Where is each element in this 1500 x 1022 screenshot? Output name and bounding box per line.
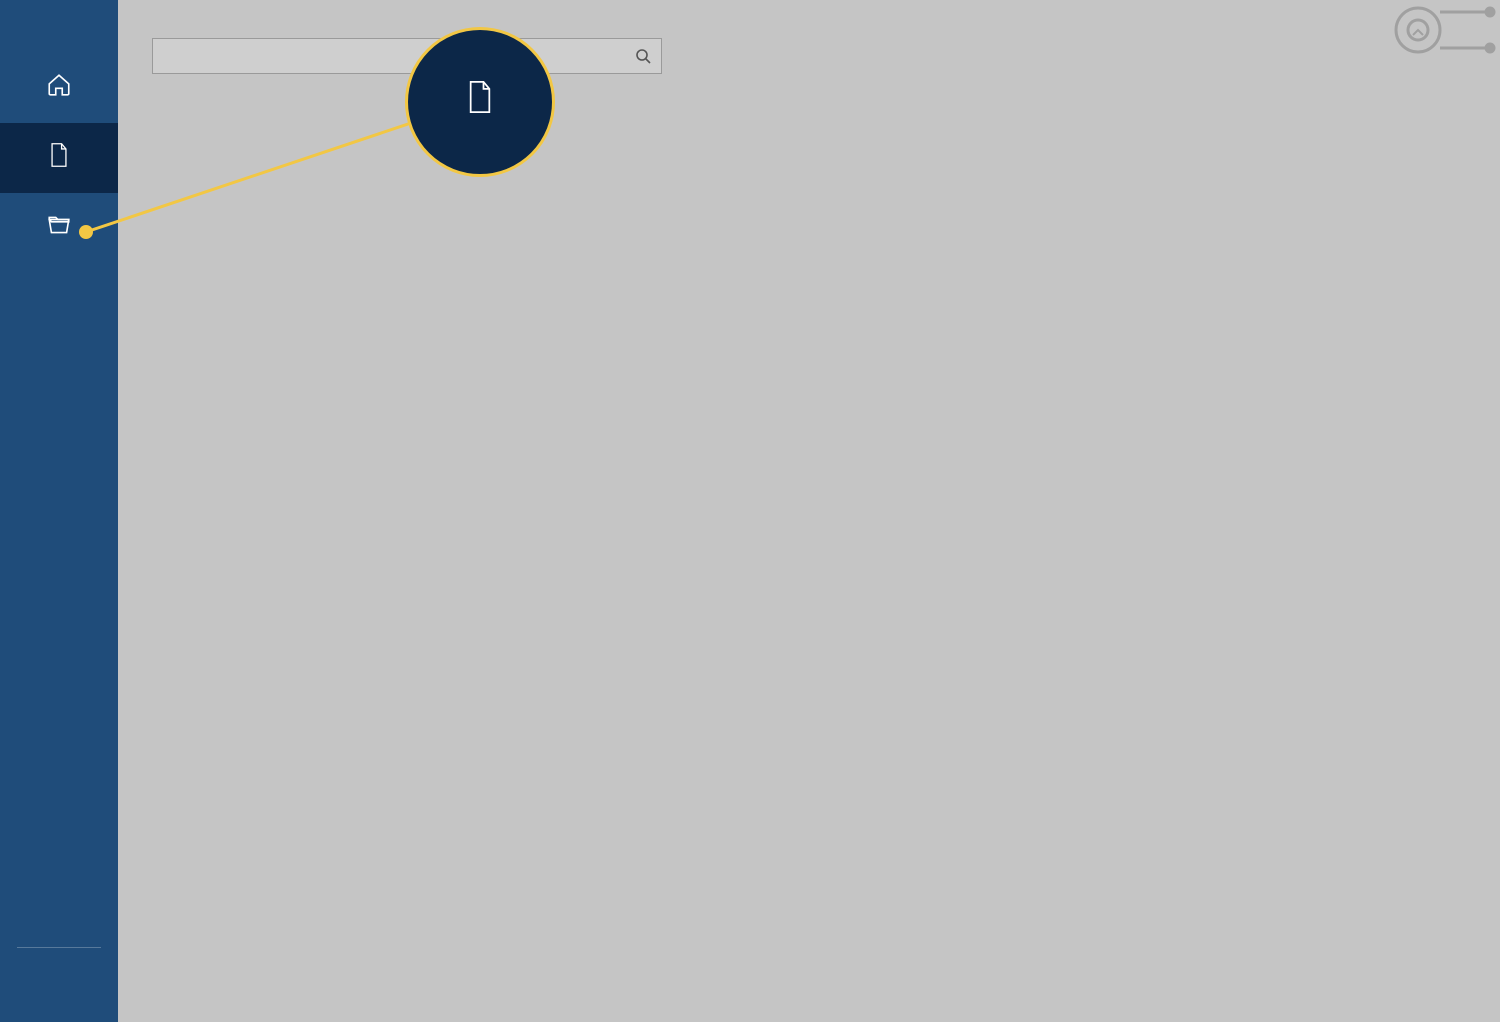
- home-icon: [46, 72, 72, 98]
- sidebar-item-open[interactable]: [0, 193, 118, 263]
- sidebar-options[interactable]: [0, 1000, 118, 1022]
- suggested-searches: [152, 82, 1470, 97]
- search-button[interactable]: [625, 39, 661, 73]
- folder-open-icon: [46, 212, 72, 238]
- callout-anchor-dot: [79, 225, 93, 239]
- sidebar-item-new[interactable]: [0, 123, 118, 193]
- corner-decoration-icon: [1380, 0, 1500, 70]
- sidebar-account[interactable]: [0, 956, 118, 978]
- callout-circle: [405, 27, 555, 177]
- new-document-icon: [466, 79, 494, 115]
- template-search-input[interactable]: [153, 48, 625, 64]
- app-name: [0, 0, 118, 53]
- sidebar-feedback[interactable]: [0, 978, 118, 1000]
- sidebar-item-home[interactable]: [0, 53, 118, 123]
- template-search-bar: [152, 38, 662, 74]
- main-panel: [118, 0, 1500, 1022]
- search-icon: [635, 48, 651, 64]
- new-document-icon: [46, 142, 72, 168]
- backstage-sidebar: [0, 0, 118, 1022]
